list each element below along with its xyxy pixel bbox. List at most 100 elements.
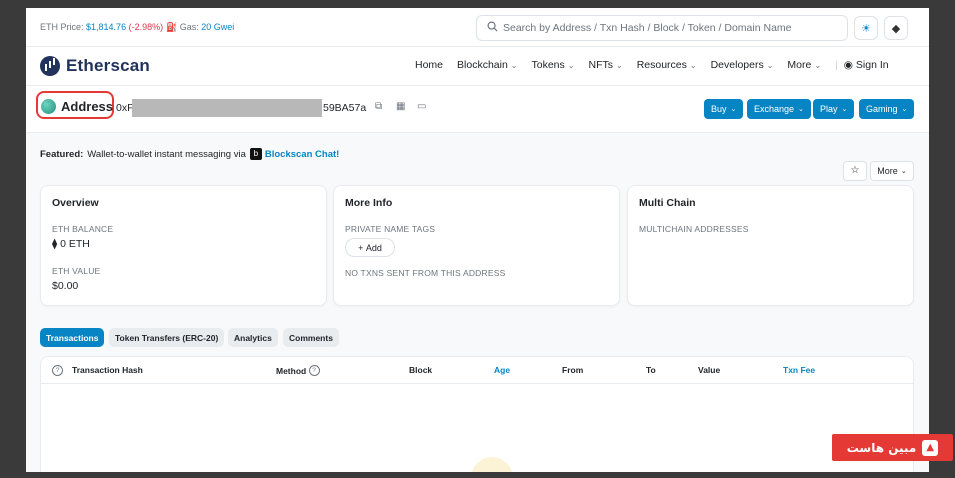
no-txns-text: NO TXNS SENT FROM THIS ADDRESS: [345, 268, 506, 278]
ethereum-icon: ◆: [891, 22, 901, 35]
multichain-addresses-label: MULTICHAIN ADDRESSES: [639, 224, 749, 234]
nav-tokens[interactable]: Tokens ⌄: [532, 59, 575, 71]
nav-nfts[interactable]: NFTs ⌄: [588, 59, 622, 71]
eth-price-change: (-2.98%): [128, 22, 164, 32]
etherscan-logo[interactable]: Etherscan: [40, 56, 150, 76]
nav-nfts-label: NFTs: [588, 59, 613, 71]
plus-icon: +: [358, 242, 364, 253]
search-input[interactable]: Search by Address / Txn Hash / Block / T…: [476, 15, 848, 41]
private-name-tags-label: PRIVATE NAME TAGS: [345, 224, 436, 234]
help-icon[interactable]: ?: [52, 365, 63, 376]
help-icon[interactable]: ?: [308, 365, 320, 376]
tab-comments[interactable]: Comments: [283, 328, 339, 347]
nav-developers[interactable]: Developers ⌄: [711, 59, 774, 71]
eth-value-label: ETH VALUE: [52, 266, 101, 276]
gas-info: ⛽ Gas: 20 Gwei: [166, 22, 234, 33]
tab-token-transfers[interactable]: Token Transfers (ERC-20): [109, 328, 225, 347]
screen-frame-top: [0, 0, 955, 8]
eth-price: ETH Price: $1,814.76 (-2.98%): [40, 22, 163, 32]
loading-spinner: [471, 457, 513, 472]
buy-button[interactable]: Buy ⌄: [704, 99, 744, 119]
eth-balance-value: 0 ETH: [60, 238, 90, 250]
blockscan-icon: b: [249, 148, 262, 160]
chevron-down-icon: ⌄: [510, 61, 518, 70]
transactions-table: ? Transaction Hash Method ? Block Age Fr…: [40, 356, 914, 472]
multi-chain-title: Multi Chain: [639, 197, 696, 209]
page-title: Address: [61, 99, 114, 114]
gaming-label: Gaming: [866, 104, 898, 114]
chevron-down-icon: ⌄: [615, 61, 623, 70]
watermark-icon: ▲: [922, 439, 939, 456]
column-transaction-hash: Transaction Hash: [72, 365, 143, 375]
column-age[interactable]: Age: [494, 365, 510, 375]
exchange-button[interactable]: Exchange ⌄: [747, 99, 811, 119]
blockscan-chat-link[interactable]: Blockscan Chat!: [265, 149, 339, 160]
chevron-down-icon: ⌄: [900, 168, 907, 175]
eth-value-value: $0.00: [52, 280, 79, 292]
tab-analytics[interactable]: Analytics: [228, 328, 278, 347]
watermark-text: مبین هاست: [846, 440, 917, 455]
column-block: Block: [409, 365, 433, 375]
search-placeholder: Search by Address / Txn Hash / Block / T…: [503, 22, 792, 34]
tab-transactions[interactable]: Transactions: [40, 328, 105, 347]
multi-chain-card: Multi Chain MULTICHAIN ADDRESSES: [627, 185, 914, 306]
featured-banner: Featured: Wallet-to-wallet instant messa…: [40, 148, 339, 160]
chevron-down-icon: ⌄: [567, 61, 575, 70]
nav-resources[interactable]: Resources ⌄: [637, 59, 697, 71]
nav-blockchain-label: Blockchain: [457, 59, 508, 71]
nav-developers-label: Developers: [710, 59, 764, 71]
nav-blockchain[interactable]: Blockchain ⌄: [457, 59, 517, 71]
add-label: Add: [365, 242, 382, 253]
column-to: To: [646, 365, 656, 375]
more-info-title: More Info: [345, 197, 393, 209]
nav-home[interactable]: Home: [415, 59, 443, 71]
more-actions-button[interactable]: More ⌄: [870, 161, 914, 181]
chevron-down-icon: ⌄: [766, 61, 774, 70]
screen-frame-right: [929, 0, 955, 478]
add-name-tag-button[interactable]: + Add: [345, 238, 395, 257]
etherscan-page: ETH Price: $1,814.76 (-2.98%) ⛽ Gas: 20 …: [26, 8, 929, 472]
buy-label: Buy: [711, 104, 727, 114]
nav-tokens-label: Tokens: [531, 59, 565, 71]
exchange-label: Exchange: [754, 104, 795, 114]
watermark-logo: مبین هاست ▲: [832, 434, 953, 461]
gas-pump-icon: ⛽: [166, 22, 178, 32]
copy-icon[interactable]: ⧉: [375, 101, 382, 112]
gaming-button[interactable]: Gaming ⌄: [859, 99, 915, 119]
logo-text: Etherscan: [66, 56, 151, 75]
column-value: Value: [698, 365, 721, 375]
nav-resources-label: Resources: [636, 59, 687, 71]
comment-icon[interactable]: ▭: [417, 101, 426, 112]
more-actions-label: More: [877, 166, 898, 176]
eth-balance: ⧫ 0 ETH: [52, 238, 90, 250]
chevron-down-icon: ⌄: [689, 61, 697, 70]
sign-in-link[interactable]: ◉ Sign In: [844, 59, 889, 71]
favorite-button[interactable]: ☆: [843, 161, 867, 181]
chevron-down-icon: ⌄: [814, 61, 822, 70]
theme-toggle-button[interactable]: ☀: [854, 16, 878, 40]
column-txn-fee[interactable]: Txn Fee: [783, 365, 815, 375]
top-bar: ETH Price: $1,814.76 (-2.98%) ⛽ Gas: 20 …: [26, 8, 929, 47]
network-button[interactable]: ◆: [884, 16, 908, 40]
address-hash-suffix: 59BA57a: [323, 102, 367, 114]
screen-frame-bottom: [0, 472, 955, 478]
etherscan-logo-icon: [40, 56, 60, 76]
sign-in-label: Sign In: [855, 59, 889, 71]
featured-label: Featured:: [40, 148, 84, 160]
eth-balance-label: ETH BALANCE: [52, 224, 114, 234]
overview-title: Overview: [52, 197, 99, 209]
chevron-down-icon: ⌄: [841, 106, 848, 113]
user-circle-icon: ◉: [843, 59, 853, 71]
address-avatar: [41, 99, 56, 114]
sun-icon: ☀: [861, 22, 871, 35]
main-nav: Home Blockchain ⌄ Tokens ⌄ NFTs ⌄ Resources…: [415, 59, 903, 71]
eth-price-value[interactable]: $1,814.76: [86, 22, 126, 32]
nav-more[interactable]: More ⌄: [787, 59, 821, 71]
nav-divider: |: [835, 59, 838, 71]
chevron-down-icon: ⌄: [730, 106, 737, 113]
chevron-down-icon: ⌄: [798, 106, 804, 113]
qr-code-icon[interactable]: ▦: [396, 101, 405, 112]
play-button[interactable]: Play ⌄: [813, 99, 855, 119]
gas-value[interactable]: 20 Gwei: [201, 22, 234, 32]
table-header-divider: [41, 383, 913, 384]
